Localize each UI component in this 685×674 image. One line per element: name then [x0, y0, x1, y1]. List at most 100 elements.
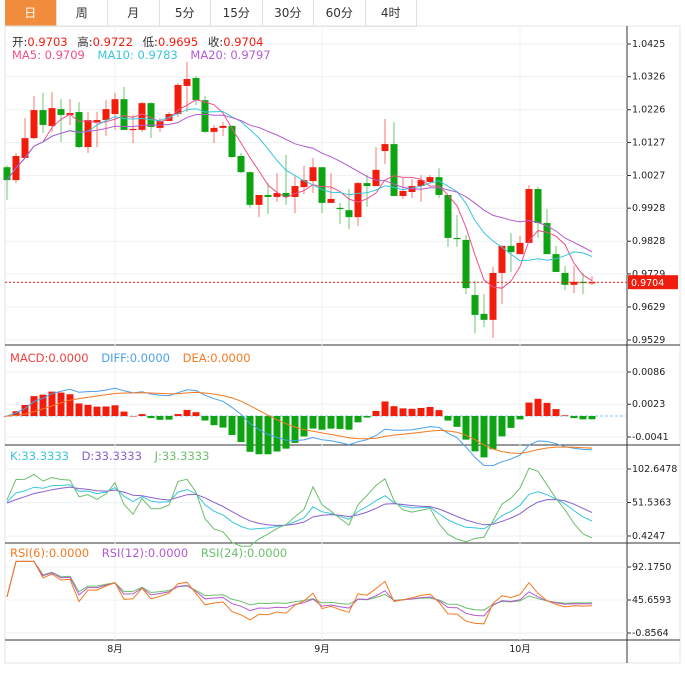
macd-bar: [66, 394, 74, 417]
candle: [21, 118, 29, 158]
macd-bar: [300, 416, 308, 437]
candle-body: [255, 194, 263, 205]
x-axis-label: 10月: [509, 644, 531, 655]
candle: [471, 280, 479, 334]
macd-bar: [147, 416, 155, 419]
kdj_axis-tick-label: 0.4247: [632, 531, 665, 542]
candle-body: [201, 100, 209, 132]
macd-bar: [480, 416, 488, 458]
candle-body: [129, 128, 137, 131]
high-value: 0.9722: [92, 35, 133, 49]
candle-body: [48, 108, 56, 126]
macd-bar: [120, 411, 128, 417]
candle: [444, 194, 452, 247]
macd_axis-tick-label: 0.0023: [632, 399, 665, 410]
candle: [102, 100, 110, 137]
candle-body: [39, 110, 47, 125]
macd-bar: [471, 416, 479, 452]
macd-bar: [444, 416, 452, 421]
candle-body: [309, 167, 317, 182]
candle: [516, 235, 524, 255]
candle-body: [327, 198, 335, 203]
macd-bar: [57, 392, 65, 417]
macd-bar: [498, 416, 506, 437]
macd-bar: [507, 416, 515, 428]
candle: [354, 182, 362, 227]
ma10-legend: MA10: 0.9783: [97, 48, 178, 62]
candle-body: [219, 125, 227, 128]
candle-body: [462, 239, 470, 289]
candle: [489, 266, 497, 339]
rsi_axis-tick-label: 92.1750: [632, 562, 671, 573]
ma5-legend: MA5: 0.9709: [12, 48, 85, 62]
macd-bar: [363, 416, 371, 418]
open-label: 开:: [12, 35, 28, 49]
macd-bar: [372, 410, 380, 417]
price-tick-label: 0.9828: [632, 236, 665, 247]
kdj_axis-tick-label: 102.6478: [632, 464, 677, 475]
macd-bar: [282, 416, 290, 449]
ma-legend: MA5: 0.9709 MA10: 0.9783 MA20: 0.9797: [12, 48, 280, 62]
macd-bar: [525, 402, 533, 417]
macd-bar: [210, 416, 218, 426]
candle: [66, 99, 74, 125]
candle-body: [498, 245, 506, 273]
macd-bar: [84, 404, 92, 417]
rsi_axis-tick-label: -0.8564: [632, 628, 669, 639]
macd-bar: [579, 416, 587, 420]
macd-bar: [138, 414, 146, 417]
candle: [525, 185, 533, 243]
rsi_axis-tick-label: 45.6593: [632, 595, 671, 606]
candle-body: [336, 207, 344, 210]
price-tick-label: 0.9629: [632, 302, 665, 313]
low-value: 0.9695: [157, 35, 199, 49]
macd-bar: [201, 416, 209, 421]
candle-body: [3, 167, 11, 181]
x-axis-label: 9月: [314, 644, 330, 655]
price-tick-label: 1.0425: [632, 39, 665, 50]
rsi12-value: RSI(12):0.0000: [101, 546, 189, 560]
macd-bar: [291, 416, 299, 443]
dea-value: DEA:0.0000: [182, 351, 251, 365]
candle-body: [111, 99, 119, 115]
candle: [228, 124, 236, 158]
macd-bar: [30, 396, 38, 417]
candle-body: [552, 254, 560, 272]
macd-bar: [426, 406, 434, 417]
candle-body: [480, 313, 488, 320]
last-price-label: 0.9704: [631, 278, 664, 289]
candle: [111, 92, 119, 130]
macd-bar: [381, 401, 389, 417]
candle-body: [228, 125, 236, 157]
rsi12-line: [6, 560, 593, 617]
candle-body: [516, 242, 524, 255]
macd-bar: [408, 408, 416, 417]
kline-chart[interactable]: 8月 9月 10月 1.0425 1.0326 1.0226 1.0127 1.0027 0.9…: [0, 0, 685, 674]
candle: [498, 245, 506, 304]
candle-body: [381, 144, 389, 152]
k-value: K:33.3333: [10, 449, 69, 463]
candle: [435, 168, 443, 198]
macd-bar: [93, 406, 101, 417]
macd-bar: [174, 414, 182, 417]
macd-bar: [588, 416, 596, 420]
candle-body: [210, 127, 218, 132]
rsi6-line: [6, 560, 593, 625]
candle: [561, 266, 569, 291]
candle: [570, 266, 578, 294]
candle: [426, 175, 434, 183]
candle-body: [507, 245, 515, 253]
candle-body: [534, 189, 542, 224]
high-label: 高:: [77, 35, 93, 49]
macd_axis-tick-label: -0.0041: [632, 432, 669, 443]
macd-bar: [534, 398, 542, 417]
ma20-line: [6, 113, 593, 253]
candle-body: [399, 191, 407, 196]
candle-body: [354, 183, 362, 218]
macd-value: MACD:0.0000: [10, 351, 89, 365]
macd-bar: [399, 408, 407, 417]
candle: [255, 194, 263, 218]
candle: [336, 202, 344, 225]
candle-body: [183, 79, 191, 86]
candle: [237, 153, 245, 174]
